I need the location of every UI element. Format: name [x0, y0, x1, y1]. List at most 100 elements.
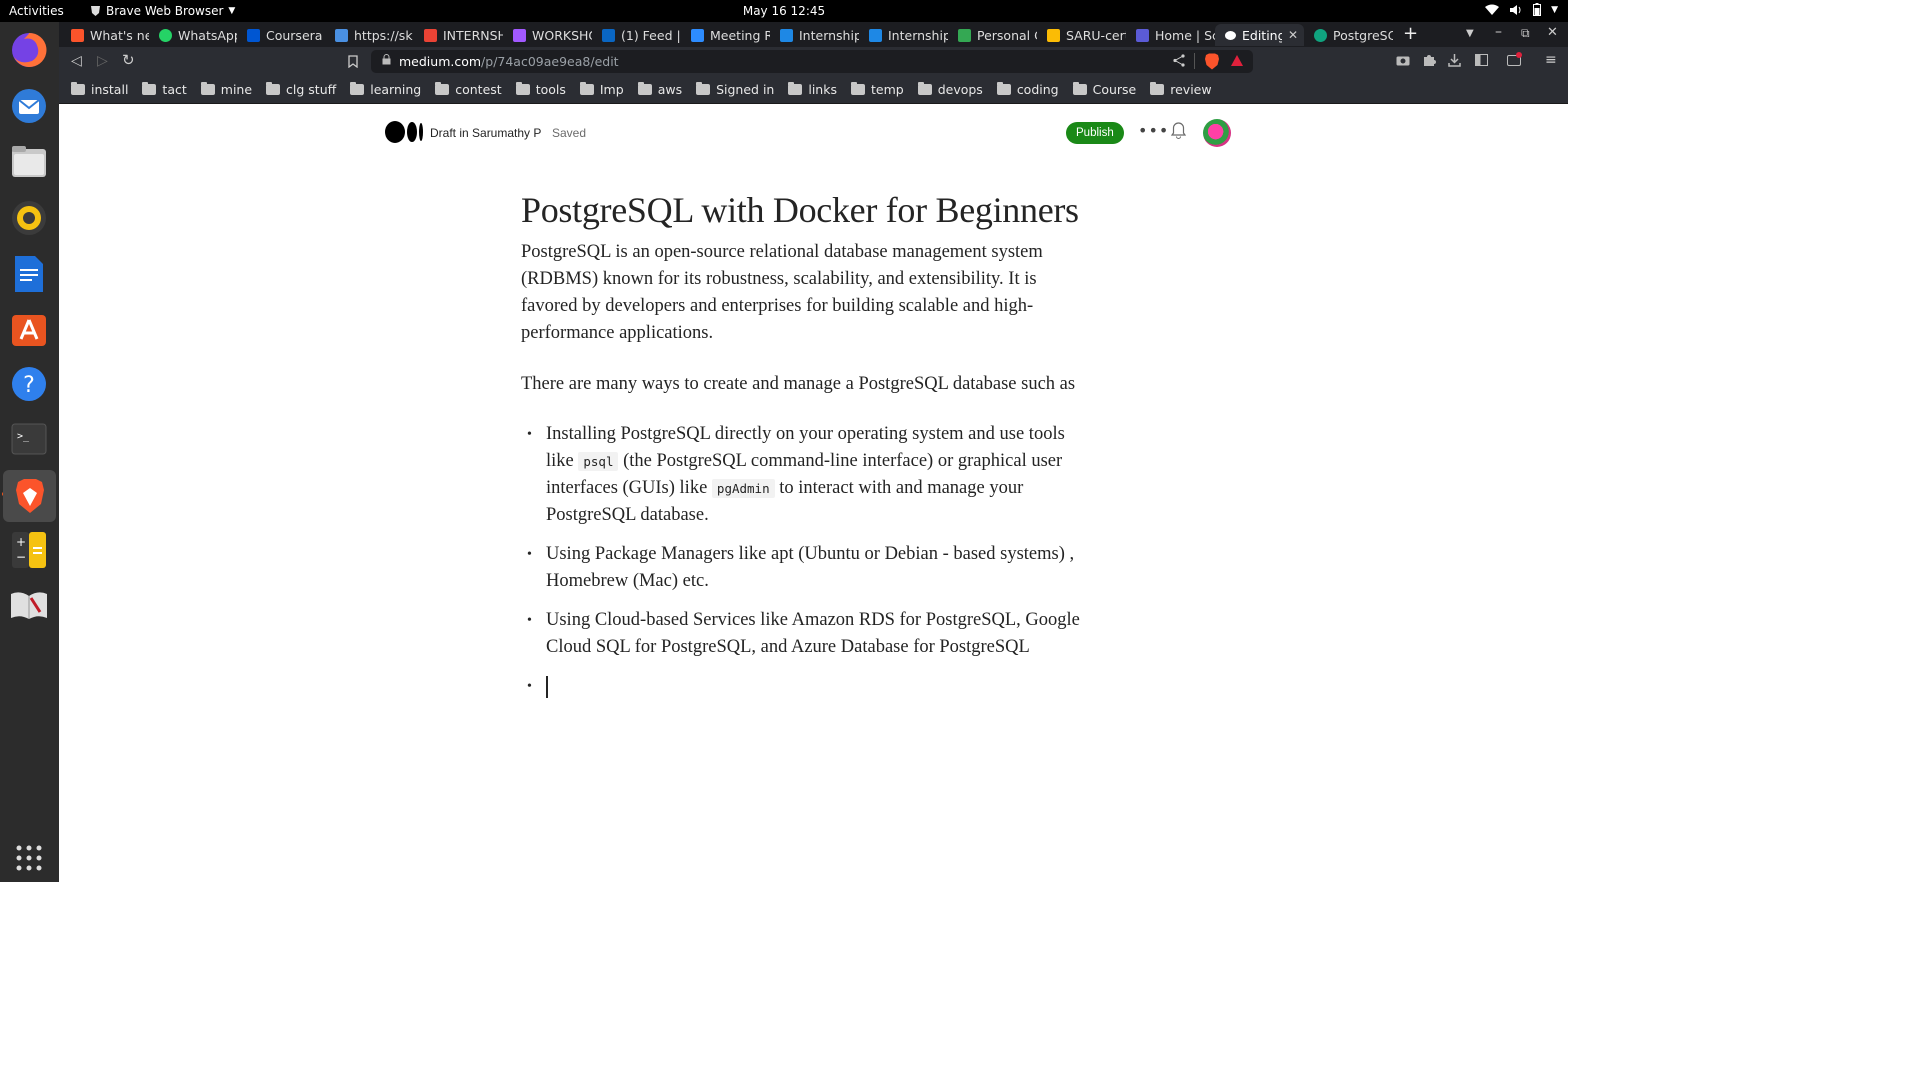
new-tab-icon[interactable]: + — [1403, 23, 1418, 44]
chevron-down-icon: ▼ — [228, 6, 236, 16]
menu-icon[interactable]: ≡ — [1545, 52, 1557, 68]
tab-active[interactable]: Editing ✕ — [1215, 24, 1304, 46]
list-item[interactable]: Using Package Managers like apt (Ubuntu … — [521, 541, 1091, 595]
more-options-icon[interactable]: ••• — [1138, 121, 1169, 140]
bell-icon[interactable] — [1171, 122, 1186, 139]
files-icon[interactable] — [9, 142, 49, 182]
bookmark-folder[interactable]: mine — [200, 82, 252, 97]
tab[interactable]: Home | Sca — [1126, 24, 1215, 46]
restore-icon[interactable]: ⧉ — [1521, 26, 1530, 41]
tab[interactable]: SARU-cert — [1037, 24, 1126, 46]
back-icon[interactable]: ◁ — [71, 53, 82, 69]
book-icon[interactable] — [9, 585, 49, 625]
bookmark-folder[interactable]: clg stuff — [266, 82, 336, 97]
tab[interactable]: (1) Feed | L — [592, 24, 681, 46]
list-item[interactable]: Installing PostgreSQL directly on your o… — [521, 421, 1091, 529]
close-tab-icon[interactable]: ✕ — [1288, 28, 1298, 42]
tab[interactable]: Coursera | — [237, 24, 325, 46]
bookmark-folder[interactable]: learning — [350, 82, 421, 97]
app-menu-label: Brave Web Browser — [106, 4, 224, 18]
list-item[interactable]: Using Cloud-based Services like Amazon R… — [521, 607, 1091, 661]
tab-favicon-icon — [159, 28, 172, 42]
bookmark-label: coding — [1016, 82, 1059, 97]
rhythmbox-icon[interactable] — [9, 198, 49, 238]
terminal-icon[interactable]: >_ — [9, 419, 49, 459]
brave-small-icon — [91, 6, 100, 16]
paragraph[interactable]: PostgreSQL is an open-source relational … — [521, 239, 1091, 347]
folder-icon — [350, 82, 365, 95]
paragraph[interactable]: There are many ways to create and manage… — [521, 371, 1091, 398]
url-path: /p/74ac09ae9ea8/edit — [481, 54, 619, 69]
bookmark-folder[interactable]: temp — [850, 82, 904, 97]
tab-title: https://sk — [354, 27, 413, 43]
tab-title: Internship — [888, 27, 948, 43]
tab-search-icon[interactable]: ▼ — [1466, 28, 1474, 39]
bookmark-folder[interactable]: tools — [515, 82, 566, 97]
tab[interactable]: PostgreSC — [1304, 24, 1393, 46]
bookmark-folder[interactable]: coding — [996, 82, 1059, 97]
bookmark-folder[interactable]: links — [788, 82, 837, 97]
publish-button[interactable]: Publish — [1066, 122, 1124, 144]
brave-icon[interactable] — [3, 470, 56, 522]
minimize-icon[interactable]: – — [1495, 24, 1502, 40]
screenshot-icon[interactable] — [1396, 54, 1410, 66]
tab-favicon-icon — [247, 28, 260, 42]
svg-text:−: − — [16, 550, 26, 564]
firefox-icon[interactable] — [9, 30, 49, 70]
close-window-icon[interactable]: ✕ — [1547, 25, 1558, 40]
tab[interactable]: WhatsApp — [149, 24, 237, 46]
tab[interactable]: INTERNSH — [414, 24, 503, 46]
brave-rewards-icon[interactable] — [1230, 54, 1244, 67]
folder-icon — [266, 82, 281, 95]
tab[interactable]: https://sk — [325, 24, 414, 46]
bookmark-folder[interactable]: review — [1150, 82, 1212, 97]
address-bar[interactable]: medium.com/p/74ac09ae9ea8/edit — [371, 50, 1253, 73]
bullet-list: Installing PostgreSQL directly on your o… — [521, 421, 1091, 700]
folder-icon — [850, 82, 865, 95]
medium-logo-icon[interactable] — [385, 121, 423, 143]
sidebar-icon[interactable] — [1475, 54, 1488, 66]
download-icon[interactable] — [1448, 53, 1461, 67]
bookmark-folder[interactable]: install — [71, 82, 128, 97]
bookmark-folder[interactable]: Imp — [579, 82, 624, 97]
bookmark-label: install — [91, 82, 129, 97]
extensions-icon[interactable] — [1422, 53, 1436, 67]
tab[interactable]: Internship — [770, 24, 859, 46]
bookmark-folder[interactable]: aws — [637, 82, 682, 97]
tab[interactable]: Personal C — [948, 24, 1037, 46]
calculator-icon[interactable]: + − — [9, 530, 49, 570]
list-item-empty[interactable] — [521, 673, 1091, 700]
reload-icon[interactable]: ↻ — [122, 51, 135, 69]
bookmark-folder[interactable]: Course — [1072, 82, 1136, 97]
system-tray[interactable]: ▼ — [1485, 3, 1558, 16]
bookmark-folder[interactable]: tact — [142, 82, 187, 97]
app-center-icon[interactable] — [9, 309, 49, 349]
tab-favicon-icon — [1136, 28, 1149, 42]
article-title[interactable]: PostgreSQL with Docker for Beginners — [521, 189, 1091, 232]
share-icon[interactable] — [1173, 54, 1185, 67]
article-editor[interactable]: PostgreSQL with Docker for Beginners Pos… — [521, 189, 1091, 712]
app-menu[interactable]: Brave Web Browser ▼ — [90, 4, 235, 18]
brave-shields-icon[interactable] — [1204, 53, 1220, 70]
show-apps-icon[interactable] — [9, 838, 49, 878]
help-icon[interactable]: ? — [9, 364, 49, 404]
bookmark-folder[interactable]: Signed in — [696, 82, 774, 97]
tab[interactable]: Internship — [859, 24, 948, 46]
forward-icon[interactable]: ▷ — [97, 53, 108, 69]
tab[interactable]: Meeting R — [681, 24, 770, 46]
wallet-icon[interactable] — [1507, 52, 1523, 66]
tab[interactable]: What's ne — [61, 24, 149, 46]
thunderbird-icon[interactable] — [9, 86, 49, 126]
activities-button[interactable]: Activities — [9, 4, 64, 18]
writer-icon[interactable] — [9, 254, 49, 294]
bookmark-folder[interactable]: contest — [435, 82, 502, 97]
tab[interactable]: WORKSHO — [503, 24, 592, 46]
editor-header: Draft in Sarumathy P Saved Publish ••• — [385, 119, 1231, 149]
url-text: medium.com/p/74ac09ae9ea8/edit — [399, 54, 619, 69]
bookmark-icon[interactable] — [348, 55, 358, 68]
avatar[interactable] — [1203, 119, 1231, 147]
bookmarks-bar: install tact mine clg stuff learning con… — [59, 76, 1568, 104]
bookmark-folder[interactable]: devops — [917, 82, 983, 97]
tab-title: PostgreSC — [1333, 27, 1393, 43]
clock[interactable]: May 16 12:45 — [743, 4, 825, 18]
